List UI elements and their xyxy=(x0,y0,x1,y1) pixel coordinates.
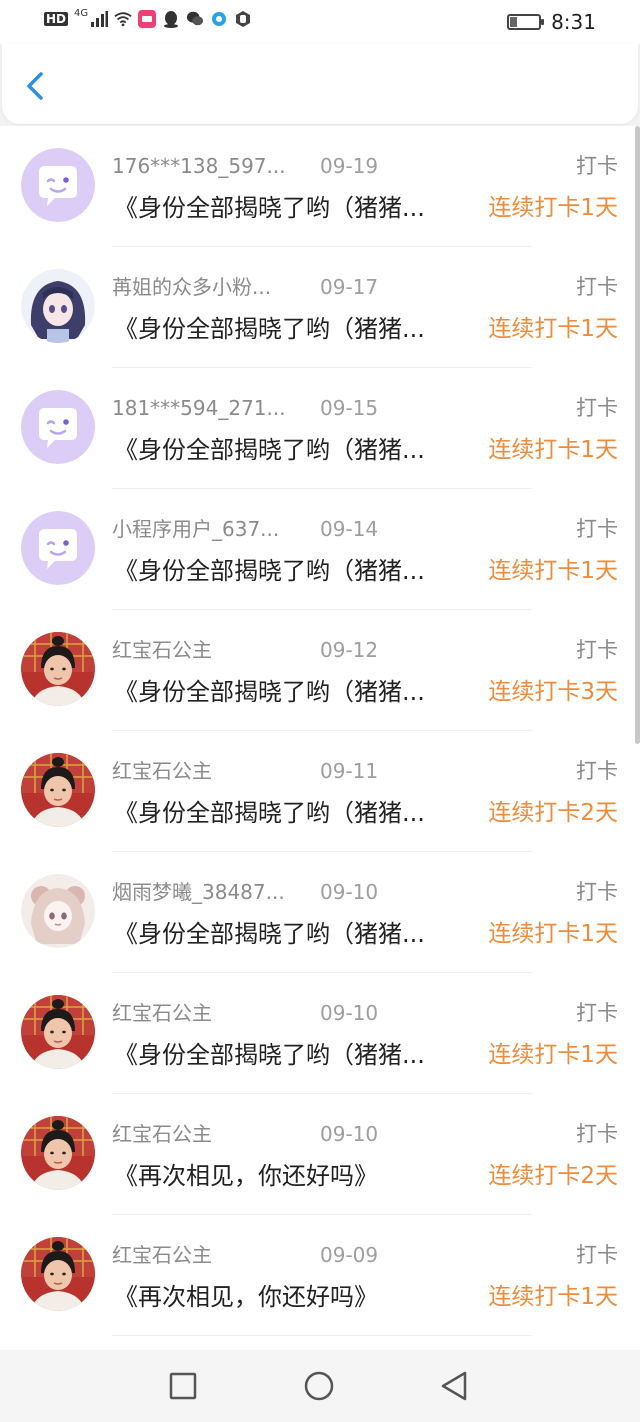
streak-label: 连续打卡2天 xyxy=(488,800,618,826)
checkin-tag: 打卡 xyxy=(576,638,618,662)
list-item[interactable]: 红宝石公主 09-11 打卡《身份全部揭晓了哟（猪猪... 连续打卡2天 xyxy=(0,731,632,852)
avatar[interactable] xyxy=(21,1116,95,1190)
list-item[interactable]: 181***594_271... 09-15 打卡《身份全部揭晓了哟（猪猪... 连续… xyxy=(0,368,632,489)
checkin-tag: 打卡 xyxy=(576,880,618,904)
system-nav-bar xyxy=(0,1350,640,1422)
list-item[interactable]: 红宝石公主 09-10 打卡《再次相见，你还好吗》 连续打卡2天 xyxy=(0,1094,632,1215)
clock: 8:31 xyxy=(551,10,596,34)
list-item[interactable]: 红宝石公主 09-09 打卡《再次相见，你还好吗》 连续打卡1天 xyxy=(0,1215,632,1336)
avatar[interactable] xyxy=(21,269,95,343)
post-date: 09-19 xyxy=(320,154,379,178)
checkin-title: 《身份全部揭晓了哟（猪猪... xyxy=(114,799,425,827)
post-date: 09-17 xyxy=(320,275,379,299)
post-date: 09-10 xyxy=(320,880,379,904)
list-item[interactable]: 烟雨梦曦_38487... 09-10 打卡《身份全部揭晓了哟（猪猪... 连续打卡1… xyxy=(0,852,632,973)
checkin-title: 《身份全部揭晓了哟（猪猪... xyxy=(114,1041,425,1069)
checkin-tag: 打卡 xyxy=(576,275,618,299)
streak-label: 连续打卡3天 xyxy=(488,679,618,705)
nickname: 苒姐的众多小粉... xyxy=(112,275,272,299)
avatar[interactable] xyxy=(21,148,95,222)
avatar[interactable] xyxy=(21,995,95,1069)
checkin-tag: 打卡 xyxy=(576,1243,618,1267)
avatar[interactable] xyxy=(21,874,95,948)
checkin-title: 《身份全部揭晓了哟（猪猪... xyxy=(114,557,425,585)
avatar[interactable] xyxy=(21,511,95,585)
post-date: 09-11 xyxy=(320,759,379,783)
streak-label: 连续打卡1天 xyxy=(488,195,618,221)
header-bar xyxy=(2,44,638,124)
list-item[interactable]: 苒姐的众多小粉... 09-17 打卡《身份全部揭晓了哟（猪猪... 连续打卡1天 xyxy=(0,247,632,368)
circle-icon xyxy=(304,1371,334,1401)
chevron-left-icon xyxy=(27,72,43,100)
wechat-icon xyxy=(186,10,204,28)
app-notification-icon xyxy=(138,10,157,28)
nickname: 176***138_597... xyxy=(112,154,286,178)
home-button[interactable] xyxy=(303,1370,335,1402)
post-date: 09-10 xyxy=(320,1001,379,1025)
nickname: 181***594_271... xyxy=(112,396,286,420)
nickname: 红宝石公主 xyxy=(112,1122,212,1146)
network-type: 4G xyxy=(74,7,89,19)
checkin-list[interactable]: 176***138_597... 09-19 打卡 《身份全部揭晓了哟（猪猪... 连续… xyxy=(0,126,640,1350)
list-item[interactable]: 红宝石公主 09-10 打卡《身份全部揭晓了哟（猪猪... 连续打卡1天 xyxy=(0,973,632,1094)
post-date: 09-10 xyxy=(320,1122,379,1146)
post-date: 09-12 xyxy=(320,638,379,662)
status-icons-left: HD 4G xyxy=(44,7,252,28)
list-item[interactable]: 红宝石公主 09-12 打卡《身份全部揭晓了哟（猪猪... 连续打卡3天 xyxy=(0,610,632,731)
streak-label: 连续打卡1天 xyxy=(488,558,618,584)
back-button[interactable] xyxy=(20,70,52,102)
list-item[interactable]: 小程序用户_637... 09-14 打卡《身份全部揭晓了哟（猪猪... 连续打卡1天 xyxy=(0,489,632,610)
browser-icon xyxy=(210,10,228,28)
hd-indicator: HD xyxy=(44,12,69,26)
list-item[interactable]: 176***138_597... 09-19 打卡《身份全部揭晓了哟（猪猪... 连续… xyxy=(0,126,632,247)
nav-back-button[interactable] xyxy=(438,1370,470,1402)
post-date: 09-14 xyxy=(320,517,379,541)
signal-icon xyxy=(90,10,109,28)
avatar[interactable] xyxy=(21,1237,95,1311)
nickname: 红宝石公主 xyxy=(112,1001,212,1025)
checkin-tag: 打卡 xyxy=(576,759,618,783)
nickname: 小程序用户_637... xyxy=(112,517,280,541)
qq-icon xyxy=(162,10,180,28)
divider xyxy=(112,1335,532,1336)
square-icon xyxy=(169,1372,197,1400)
streak-label: 连续打卡2天 xyxy=(488,1163,618,1189)
avatar[interactable] xyxy=(21,632,95,706)
streak-label: 连续打卡1天 xyxy=(488,316,618,342)
checkin-tag: 打卡 xyxy=(576,517,618,541)
checkin-title: 《身份全部揭晓了哟（猪猪... xyxy=(114,315,425,343)
streak-label: 连续打卡1天 xyxy=(488,1284,618,1310)
post-date: 09-15 xyxy=(320,396,379,420)
battery-icon xyxy=(507,14,545,30)
streak-label: 连续打卡1天 xyxy=(488,921,618,947)
post-date: 09-09 xyxy=(320,1243,379,1267)
checkin-tag: 打卡 xyxy=(576,154,618,178)
streak-label: 连续打卡1天 xyxy=(488,437,618,463)
checkin-tag: 打卡 xyxy=(576,1122,618,1146)
streak-label: 连续打卡1天 xyxy=(488,1042,618,1068)
hand-icon xyxy=(234,10,252,28)
nickname: 烟雨梦曦_38487... xyxy=(112,880,285,904)
avatar[interactable] xyxy=(21,390,95,464)
checkin-title: 《身份全部揭晓了哟（猪猪... xyxy=(114,194,425,222)
nickname: 红宝石公主 xyxy=(112,1243,212,1267)
checkin-title: 《再次相见，你还好吗》 xyxy=(114,1162,378,1190)
checkin-title: 《身份全部揭晓了哟（猪猪... xyxy=(114,678,425,706)
checkin-title: 《再次相见，你还好吗》 xyxy=(114,1283,378,1311)
scrollbar[interactable] xyxy=(635,126,640,744)
status-icons-right: 8:31 xyxy=(507,10,596,34)
nickname: 红宝石公主 xyxy=(112,759,212,783)
triangle-back-icon xyxy=(441,1371,467,1401)
avatar[interactable] xyxy=(21,753,95,827)
status-bar: HD 4G 8:31 xyxy=(0,0,640,44)
recent-apps-button[interactable] xyxy=(167,1370,199,1402)
checkin-title: 《身份全部揭晓了哟（猪猪... xyxy=(114,436,425,464)
checkin-title: 《身份全部揭晓了哟（猪猪... xyxy=(114,920,425,948)
nickname: 红宝石公主 xyxy=(112,638,212,662)
checkin-tag: 打卡 xyxy=(576,396,618,420)
checkin-tag: 打卡 xyxy=(576,1001,618,1025)
wifi-icon xyxy=(114,10,132,28)
